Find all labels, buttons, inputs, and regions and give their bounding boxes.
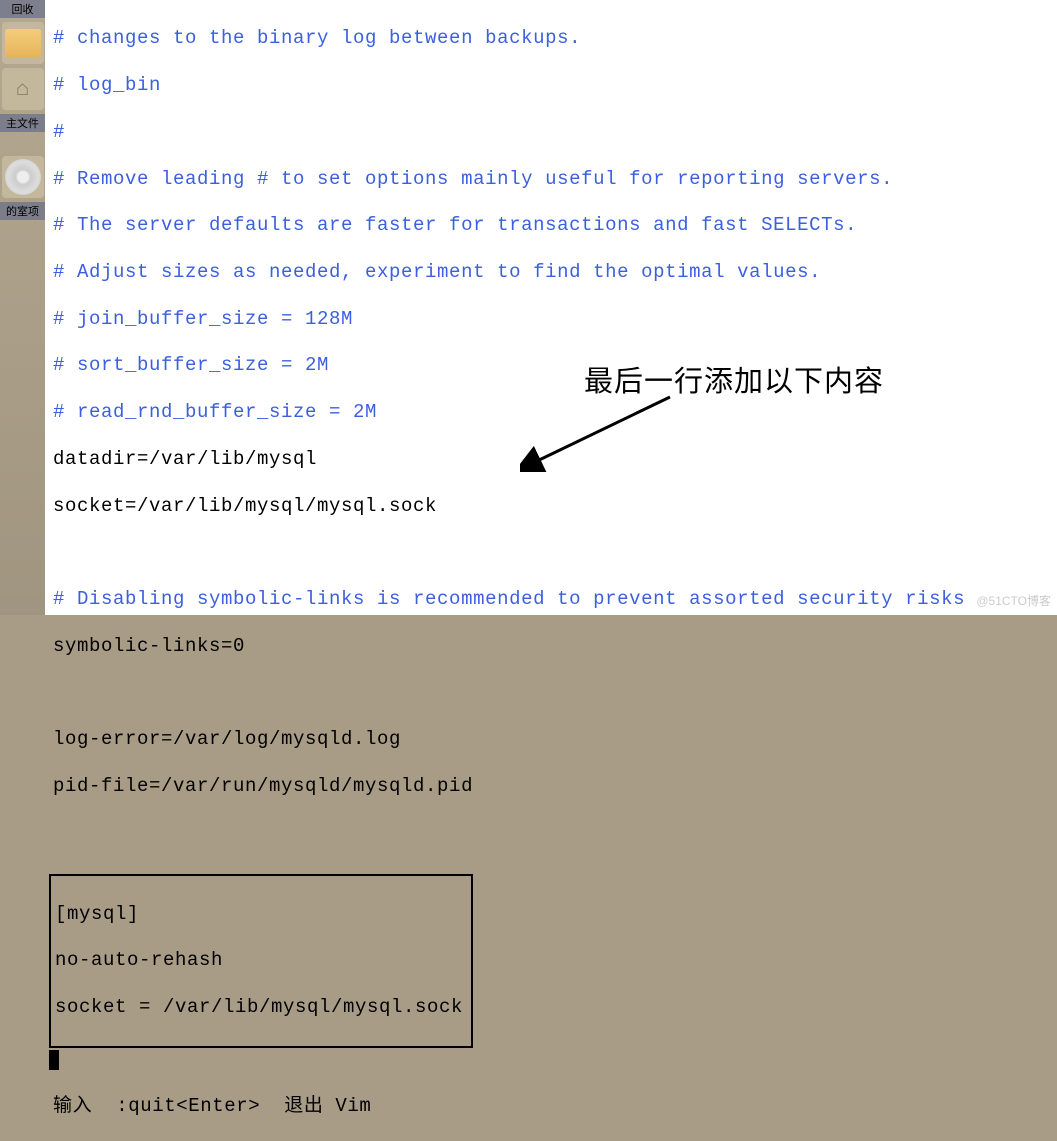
- vim-status-line: 输入 :quit<Enter> 退出 Vim: [53, 1095, 1057, 1118]
- arrow-icon: [520, 392, 690, 472]
- desktop-sidebar: 回收 ⌂ 主文件 的室项: [0, 0, 45, 615]
- vim-editor[interactable]: # changes to the binary log between back…: [45, 0, 1057, 615]
- code-line: [mysql]: [55, 903, 463, 926]
- code-line: # join_buffer_size = 128M: [53, 308, 1057, 331]
- code-line: # Remove leading # to set options mainly…: [53, 168, 1057, 191]
- code-line: log-error=/var/log/mysqld.log: [53, 728, 1057, 751]
- code-line: symbolic-links=0: [53, 635, 1057, 658]
- recycle-label: 回收: [0, 0, 45, 18]
- code-line: # sort_buffer_size = 2M: [53, 354, 1057, 377]
- drive-label: 的室项: [0, 202, 45, 220]
- main-files-label: 主文件: [0, 114, 45, 132]
- highlighted-config-box: [mysql] no-auto-rehash socket = /var/lib…: [49, 874, 473, 1048]
- code-line: # The server defaults are faster for tra…: [53, 214, 1057, 237]
- code-line: socket=/var/lib/mysql/mysql.sock: [53, 495, 1057, 518]
- code-line: # log_bin: [53, 74, 1057, 97]
- code-line: #: [53, 121, 1057, 144]
- code-line: no-auto-rehash: [55, 949, 463, 972]
- folder-icon[interactable]: [2, 22, 44, 64]
- code-line: socket = /var/lib/mysql/mysql.sock: [55, 996, 463, 1019]
- blank-line: [53, 541, 1057, 564]
- disc-icon[interactable]: [2, 156, 44, 198]
- code-line: # Adjust sizes as needed, experiment to …: [53, 261, 1057, 284]
- cursor-icon: [49, 1050, 59, 1070]
- blank-line: [53, 681, 1057, 704]
- watermark: @51CTO博客: [976, 592, 1051, 609]
- home-icon[interactable]: ⌂: [2, 68, 44, 110]
- cursor-line: [53, 1048, 1057, 1071]
- code-line: pid-file=/var/run/mysqld/mysqld.pid: [53, 775, 1057, 798]
- code-line: # changes to the binary log between back…: [53, 27, 1057, 50]
- blank-line: [53, 822, 1057, 845]
- code-line: # Disabling symbolic-links is recommende…: [53, 588, 1057, 611]
